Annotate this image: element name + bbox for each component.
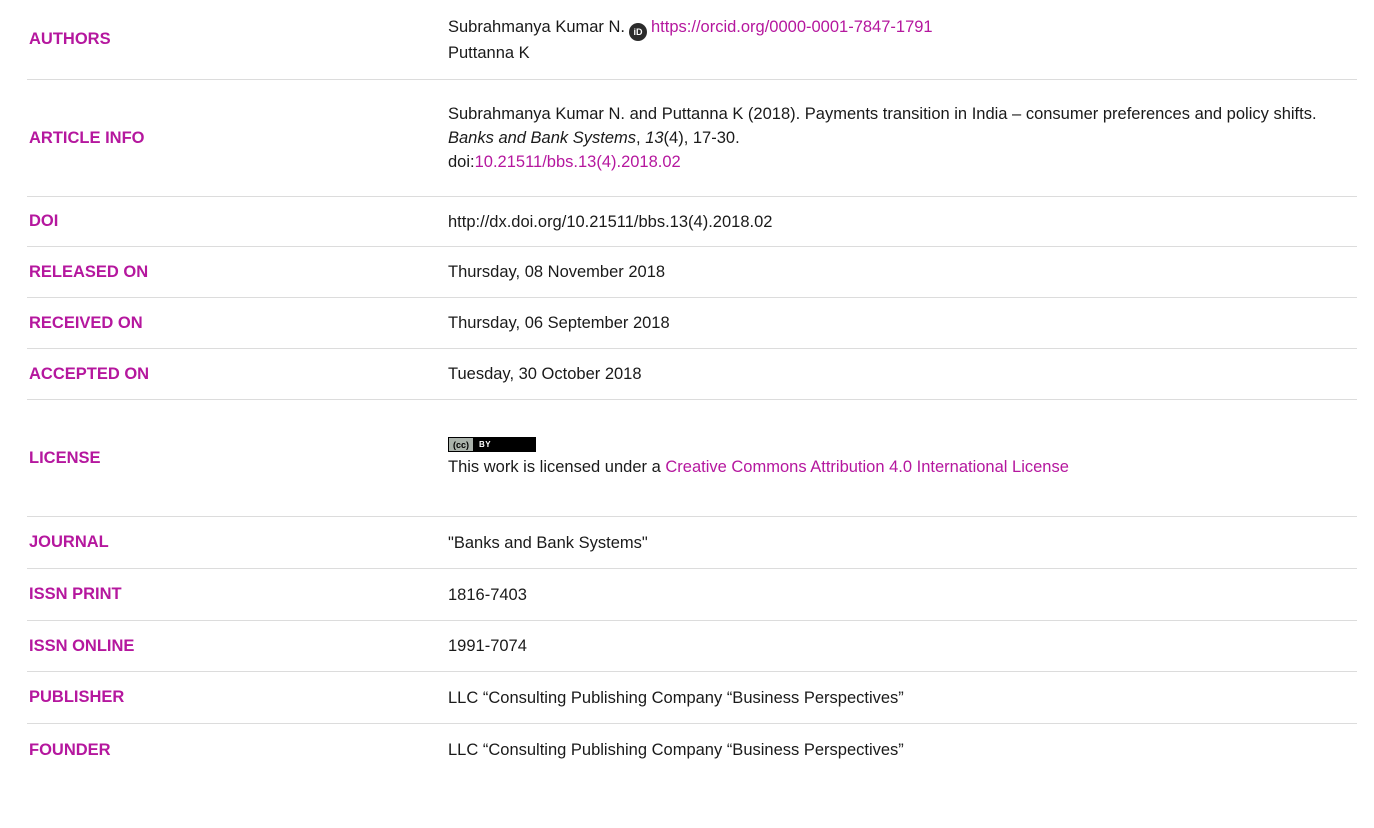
issn-print-label: ISSN PRINT xyxy=(29,585,122,603)
license-link[interactable]: Creative Commons Attribution 4.0 Interna… xyxy=(665,458,1069,476)
citation-doi-link[interactable]: 10.21511/bbs.13(4).2018.02 xyxy=(475,153,681,171)
released-on-label: RELEASED ON xyxy=(29,262,149,281)
row-issn-online: ISSN ONLINE 1991-7074 xyxy=(27,621,1357,672)
issn-online-value: 1991-7074 xyxy=(448,637,527,655)
publisher-label: PUBLISHER xyxy=(29,688,125,706)
released-on-value: Thursday, 08 November 2018 xyxy=(448,263,666,281)
author-name: Subrahmanya Kumar N. xyxy=(448,17,625,36)
orcid-link[interactable]: https://orcid.org/0000-0001-7847-1791 xyxy=(651,18,933,36)
row-publisher: PUBLISHER LLC “Consulting Publishing Com… xyxy=(27,672,1357,724)
received-on-value: Thursday, 06 September 2018 xyxy=(448,314,670,332)
journal-value: "Banks and Bank Systems" xyxy=(448,533,648,552)
issn-print-value: 1816-7403 xyxy=(448,585,527,604)
citation-text: Subrahmanya Kumar N. and Puttanna K (201… xyxy=(448,105,1317,171)
accepted-on-value: Tuesday, 30 October 2018 xyxy=(448,365,642,383)
founder-label: FOUNDER xyxy=(29,740,111,759)
row-founder: FOUNDER LLC “Consulting Publishing Compa… xyxy=(27,724,1357,776)
row-released-on: RELEASED ON Thursday, 08 November 2018 xyxy=(27,247,1357,298)
row-article-info: ARTICLE INFO Subrahmanya Kumar N. and Pu… xyxy=(27,80,1357,197)
license-label: LICENSE xyxy=(29,448,101,467)
founder-value: LLC “Consulting Publishing Company “Busi… xyxy=(448,741,904,759)
accepted-on-label: ACCEPTED ON xyxy=(29,364,150,383)
license-value: (cc) BY This work is licensed under a Cre… xyxy=(448,400,1357,516)
doi-label: DOI xyxy=(29,212,59,230)
article-info-label: ARTICLE INFO xyxy=(29,128,145,147)
received-on-label: RECEIVED ON xyxy=(29,313,143,332)
row-doi: DOI http://dx.doi.org/10.21511/bbs.13(4)… xyxy=(27,197,1357,247)
cc-by-badge-icon[interactable]: (cc) BY xyxy=(448,437,536,452)
row-authors: AUTHORS Subrahmanya Kumar N. iD https://or… xyxy=(27,0,1357,80)
row-journal: JOURNAL "Banks and Bank Systems" xyxy=(27,517,1357,569)
issn-online-label: ISSN ONLINE xyxy=(29,636,135,655)
doi-value: http://dx.doi.org/10.21511/bbs.13(4).201… xyxy=(448,212,773,231)
article-metadata-table: AUTHORS Subrahmanya Kumar N. iD https://or… xyxy=(27,0,1357,776)
row-received-on: RECEIVED ON Thursday, 06 September 2018 xyxy=(27,298,1357,349)
orcid-icon[interactable]: iD xyxy=(629,22,647,41)
row-issn-print: ISSN PRINT 1816-7403 xyxy=(27,569,1357,621)
row-license: LICENSE (cc) BY This work is licensed und… xyxy=(27,400,1357,517)
row-accepted-on: ACCEPTED ON Tuesday, 30 October 2018 xyxy=(27,349,1357,400)
citation-volume: 13 xyxy=(645,129,664,147)
publisher-value: LLC “Consulting Publishing Company “Busi… xyxy=(448,688,904,707)
journal-label: JOURNAL xyxy=(29,533,109,551)
citation-journal: Banks and Bank Systems xyxy=(448,129,637,147)
author-name: Puttanna K xyxy=(448,43,530,62)
authors-value: Subrahmanya Kumar N. iD https://orcid.org/… xyxy=(448,0,1357,79)
authors-label: AUTHORS xyxy=(29,30,111,48)
